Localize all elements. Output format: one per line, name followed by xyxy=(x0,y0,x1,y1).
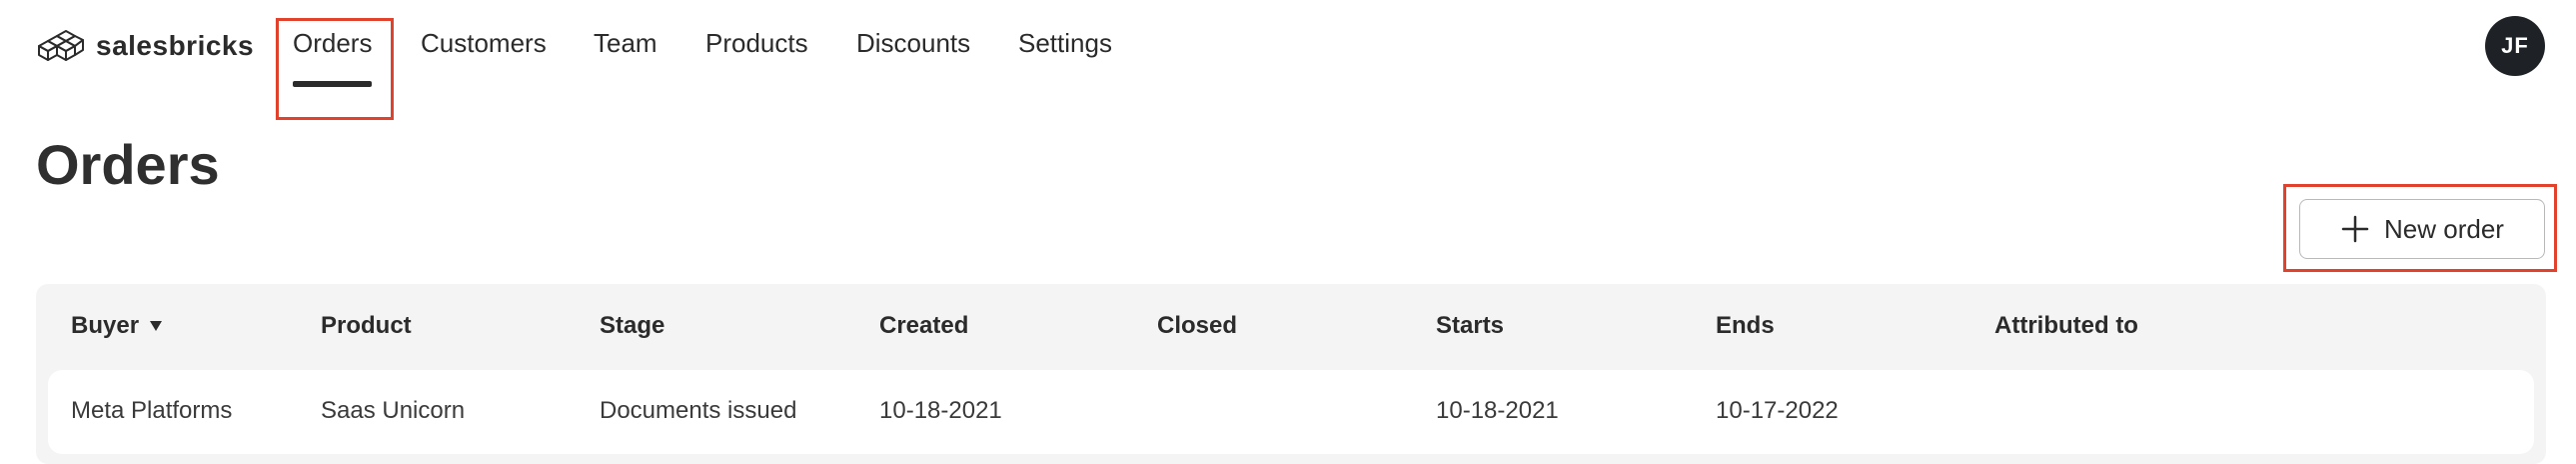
column-header-label: Buyer xyxy=(71,312,140,339)
new-order-button[interactable]: New order xyxy=(2299,199,2545,259)
top-nav: salesbricks Orders Customers Team Produc… xyxy=(0,0,2576,120)
page-title: Orders xyxy=(36,133,220,196)
nav-item-settings[interactable]: Settings xyxy=(1018,28,1112,59)
brand-name: salesbricks xyxy=(96,30,255,61)
column-header-buyer[interactable]: Buyer xyxy=(71,312,163,340)
nav-item-products[interactable]: Products xyxy=(705,28,808,59)
cell-product: Saas Unicorn xyxy=(321,397,466,424)
bricks-logo-icon xyxy=(38,30,84,61)
column-header-product[interactable]: Product xyxy=(321,312,412,340)
column-header-starts[interactable]: Starts xyxy=(1436,312,1504,340)
column-header-ends[interactable]: Ends xyxy=(1716,312,1775,340)
orders-table: Buyer Product Stage Created Closed Start… xyxy=(36,284,2546,464)
nav-item-orders[interactable]: Orders xyxy=(293,28,373,87)
cell-starts: 10-18-2021 xyxy=(1436,397,1559,424)
cell-buyer: Meta Platforms xyxy=(71,397,233,424)
orders-page: salesbricks Orders Customers Team Produc… xyxy=(0,0,2576,464)
cell-ends: 10-17-2022 xyxy=(1716,397,1839,424)
table-row[interactable]: Meta Platforms Saas Unicorn Documents is… xyxy=(48,370,2534,454)
cell-stage: Documents issued xyxy=(600,397,797,424)
column-header-closed[interactable]: Closed xyxy=(1157,312,1237,340)
column-header-created[interactable]: Created xyxy=(879,312,968,340)
new-order-label: New order xyxy=(2384,213,2504,244)
sort-down-icon xyxy=(150,321,163,331)
brand-logo[interactable]: salesbricks xyxy=(36,28,254,64)
column-header-attributed-to[interactable]: Attributed to xyxy=(1994,312,2138,340)
column-header-stage[interactable]: Stage xyxy=(600,312,664,340)
nav-item-team[interactable]: Team xyxy=(594,28,657,59)
nav-item-discounts[interactable]: Discounts xyxy=(856,28,970,59)
nav-item-customers[interactable]: Customers xyxy=(421,28,547,59)
cell-created: 10-18-2021 xyxy=(879,397,1002,424)
user-avatar[interactable]: JF xyxy=(2485,16,2545,76)
plus-icon xyxy=(2341,215,2369,243)
